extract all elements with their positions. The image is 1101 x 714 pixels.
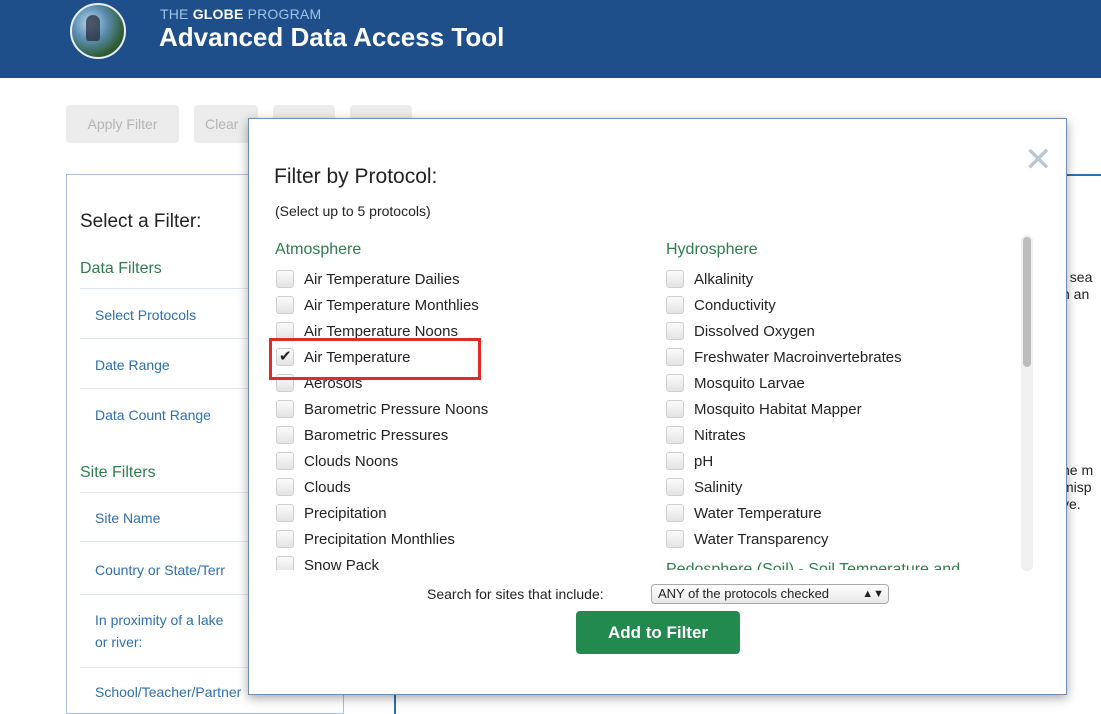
protocol-checkbox[interactable] xyxy=(276,452,294,470)
protocol-label[interactable]: Water Temperature xyxy=(694,505,822,522)
protocol-checkbox[interactable] xyxy=(276,556,294,570)
atmosphere-protocol-item[interactable]: Precipitation xyxy=(276,501,488,527)
search-sites-label: Search for sites that include: xyxy=(427,586,604,602)
protocol-label[interactable]: Air Temperature Dailies xyxy=(304,271,460,288)
hydrosphere-protocol-item[interactable]: Water Transparency xyxy=(666,527,902,553)
filter-by-protocol-dialog: ✕ Filter by Protocol: (Select up to 5 pr… xyxy=(248,118,1067,695)
pedosphere-heading: Pedosphere (Soil) - Soil Temperature and xyxy=(666,561,961,570)
atmosphere-protocol-item[interactable]: Air Temperature Monthlies xyxy=(276,293,488,319)
protocol-label[interactable]: Dissolved Oxygen xyxy=(694,323,815,340)
protocol-label[interactable]: Conductivity xyxy=(694,297,776,314)
protocol-match-select[interactable]: ANY of the protocols checked ▲▼ xyxy=(651,584,889,604)
hydrosphere-protocol-item[interactable]: Freshwater Macroinvertebrates xyxy=(666,345,902,371)
hydrosphere-protocol-item[interactable]: Alkalinity xyxy=(666,267,902,293)
sidebar-item-select-protocols[interactable]: Select Protocols xyxy=(95,307,196,323)
sidebar-item-lake-proximity[interactable]: In proximity of a lake xyxy=(95,612,223,628)
hydrosphere-heading: Hydrosphere xyxy=(666,241,758,258)
protocol-label[interactable]: Snow Pack xyxy=(304,557,379,570)
protocol-label[interactable]: Air Temperature Monthlies xyxy=(304,297,479,314)
hydrosphere-protocol-item[interactable]: Dissolved Oxygen xyxy=(666,319,902,345)
atmosphere-protocol-item[interactable]: Clouds Noons xyxy=(276,449,488,475)
protocol-label[interactable]: Water Transparency xyxy=(694,531,829,548)
data-filters-heading: Data Filters xyxy=(80,260,162,277)
atmosphere-protocol-item[interactable]: Barometric Pressures xyxy=(276,423,488,449)
protocol-label[interactable]: pH xyxy=(694,453,713,470)
sidebar-item-school-teacher[interactable]: School/Teacher/Partner xyxy=(95,684,241,700)
scrollbar-thumb[interactable] xyxy=(1023,237,1031,367)
atmosphere-protocol-item[interactable]: Clouds xyxy=(276,475,488,501)
protocol-label[interactable]: Mosquito Habitat Mapper xyxy=(694,401,862,418)
atmosphere-protocol-item[interactable]: Barometric Pressure Noons xyxy=(276,397,488,423)
hydrosphere-protocol-item[interactable]: Conductivity xyxy=(666,293,902,319)
program-name: THE GLOBE PROGRAM xyxy=(160,6,322,22)
protocol-checkbox[interactable] xyxy=(276,426,294,444)
globe-logo-icon[interactable] xyxy=(70,3,126,59)
add-to-filter-button[interactable]: Add to Filter xyxy=(576,611,740,654)
protocol-checkbox[interactable] xyxy=(276,270,294,288)
protocol-checkbox[interactable] xyxy=(666,504,684,522)
protocol-label[interactable]: Clouds xyxy=(304,479,351,496)
protocol-list-scrollbar[interactable] xyxy=(1021,235,1033,571)
protocol-label[interactable]: Freshwater Macroinvertebrates xyxy=(694,349,902,366)
site-filters-heading: Site Filters xyxy=(80,464,156,481)
sidebar-item-data-count-range[interactable]: Data Count Range xyxy=(95,407,211,423)
protocol-checkbox[interactable] xyxy=(276,296,294,314)
hydrosphere-protocol-item[interactable]: pH xyxy=(666,449,902,475)
protocol-checkbox[interactable] xyxy=(666,426,684,444)
protocol-checkbox[interactable] xyxy=(666,322,684,340)
protocol-checkbox[interactable] xyxy=(666,478,684,496)
sidebar-item-date-range[interactable]: Date Range xyxy=(95,357,170,373)
atmosphere-protocol-item[interactable]: Air Temperature Dailies xyxy=(276,267,488,293)
annotation-highlight-box xyxy=(269,338,481,380)
protocol-checkbox[interactable] xyxy=(666,348,684,366)
hydrosphere-protocol-item[interactable]: Mosquito Larvae xyxy=(666,371,902,397)
sidebar-item-site-name[interactable]: Site Name xyxy=(95,510,160,526)
atmosphere-protocol-list: Air Temperature Dailies Air Temperature M… xyxy=(276,267,488,570)
tool-title: Advanced Data Access Tool xyxy=(159,22,505,52)
protocol-checkbox[interactable] xyxy=(276,504,294,522)
protocol-checkbox[interactable] xyxy=(666,400,684,418)
atmosphere-protocol-item[interactable]: Snow Pack xyxy=(276,553,488,570)
protocol-checkbox[interactable] xyxy=(666,296,684,314)
protocol-checkbox[interactable] xyxy=(276,530,294,548)
protocol-checkbox[interactable] xyxy=(666,374,684,392)
hydrosphere-protocol-item[interactable]: Mosquito Habitat Mapper xyxy=(666,397,902,423)
hydrosphere-protocol-item[interactable]: Salinity xyxy=(666,475,902,501)
protocol-label[interactable]: Nitrates xyxy=(694,427,746,444)
protocol-label[interactable]: Mosquito Larvae xyxy=(694,375,805,392)
protocol-label[interactable]: Barometric Pressures xyxy=(304,427,448,444)
hydrosphere-protocol-list: Alkalinity Conductivity Dissolved Oxygen Fr… xyxy=(666,267,902,553)
protocol-label[interactable]: Precipitation xyxy=(304,505,387,522)
protocol-label[interactable]: Clouds Noons xyxy=(304,453,398,470)
protocol-label[interactable]: Salinity xyxy=(694,479,742,496)
atmosphere-heading: Atmosphere xyxy=(275,241,362,258)
protocol-label[interactable]: Barometric Pressure Noons xyxy=(304,401,488,418)
sidebar-title: Select a Filter: xyxy=(80,211,202,232)
sidebar-item-country-state[interactable]: Country or State/Terr xyxy=(95,562,225,578)
protocol-label[interactable]: Precipitation Monthlies xyxy=(304,531,455,548)
apply-filter-button[interactable]: Apply Filter xyxy=(66,105,179,143)
hydrosphere-protocol-item[interactable]: Water Temperature xyxy=(666,501,902,527)
protocol-checkbox[interactable] xyxy=(276,478,294,496)
protocol-checkbox[interactable] xyxy=(276,400,294,418)
hydrosphere-protocol-item[interactable]: Nitrates xyxy=(666,423,902,449)
atmosphere-protocol-item[interactable]: Precipitation Monthlies xyxy=(276,527,488,553)
protocol-checkbox[interactable] xyxy=(666,270,684,288)
sidebar-item-lake-proximity-line2[interactable]: or river: xyxy=(95,634,142,650)
app-header: THE GLOBE PROGRAM Advanced Data Access T… xyxy=(0,0,1101,78)
select-arrows-icon: ▲▼ xyxy=(862,588,884,600)
protocol-label[interactable]: Alkalinity xyxy=(694,271,753,288)
protocol-checkbox[interactable] xyxy=(666,530,684,548)
protocol-checkbox[interactable] xyxy=(666,452,684,470)
